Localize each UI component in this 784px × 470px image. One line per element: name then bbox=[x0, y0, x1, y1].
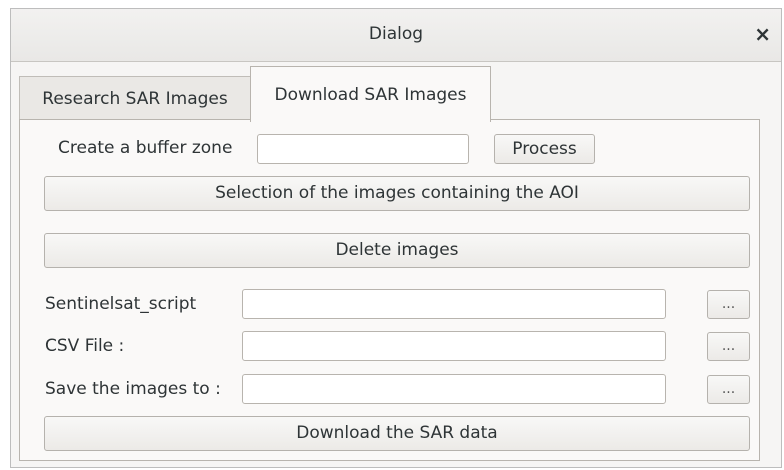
process-button[interactable]: Process bbox=[494, 134, 595, 164]
sentinelsat-script-input[interactable] bbox=[242, 289, 666, 319]
csv-file-label: CSV File : bbox=[45, 336, 125, 356]
tab-research-sar-images[interactable]: Research SAR Images bbox=[19, 76, 251, 120]
window-title: Dialog bbox=[368, 24, 424, 44]
download-sar-data-button[interactable]: Download the SAR data bbox=[44, 416, 750, 451]
sentinelsat-script-browse-button[interactable]: ... bbox=[707, 290, 750, 319]
save-images-input[interactable] bbox=[242, 374, 666, 404]
buffer-zone-label: Create a buffer zone bbox=[58, 138, 233, 158]
select-aoi-images-button[interactable]: Selection of the images containing the A… bbox=[44, 176, 750, 211]
save-images-label: Save the images to : bbox=[45, 379, 221, 399]
close-icon[interactable]: × bbox=[754, 22, 771, 46]
title-bar: Dialog × bbox=[11, 9, 781, 62]
sentinelsat-script-label: Sentinelsat_script bbox=[45, 294, 197, 314]
delete-images-button[interactable]: Delete images bbox=[44, 233, 750, 268]
tab-download-sar-images[interactable]: Download SAR Images bbox=[250, 66, 491, 122]
buffer-zone-input[interactable] bbox=[257, 134, 469, 164]
csv-file-browse-button[interactable]: ... bbox=[707, 332, 750, 361]
save-images-browse-button[interactable]: ... bbox=[707, 375, 750, 404]
csv-file-input[interactable] bbox=[242, 331, 666, 361]
